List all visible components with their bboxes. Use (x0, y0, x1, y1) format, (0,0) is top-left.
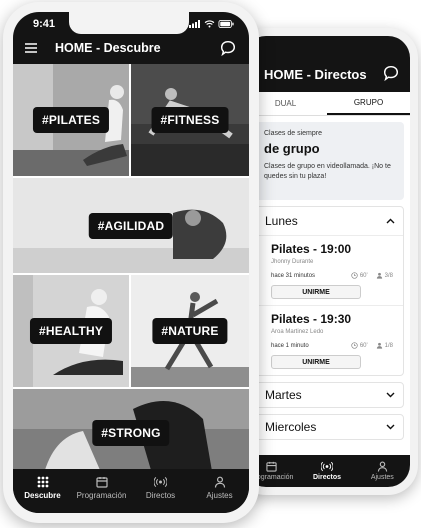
broadcast-icon (320, 461, 333, 472)
category-tile-healthy[interactable]: #HEALTHY (13, 275, 129, 387)
chevron-up-icon (386, 218, 395, 224)
join-button[interactable]: UNIRME (271, 285, 361, 299)
descubre-screen: 9:41 HOME - Descubre #PILATES #FITNESS #… (13, 12, 249, 513)
category-tag: #AGILIDAD (88, 212, 174, 239)
mockup-stage: HOME - Directos DUAL GRUPO Clases de sie… (0, 0, 421, 528)
bottom-nav: Programación Directos Ajustes (244, 455, 410, 487)
nav-label: Programación (76, 491, 127, 500)
chat-icon[interactable] (382, 64, 400, 82)
tab-grupo[interactable]: GRUPO (327, 92, 410, 115)
info-card-kicker: Clases de siempre (264, 130, 322, 137)
clock-icon (351, 272, 358, 279)
grid-icon (37, 476, 48, 488)
directos-header: HOME - Directos (244, 36, 410, 92)
day-name: Miercoles (265, 420, 317, 434)
chat-icon[interactable] (219, 39, 237, 57)
phone-notch (69, 12, 189, 34)
info-card: Clases de siempre de grupo Clases de gru… (250, 122, 404, 200)
nav-ajustes[interactable]: Ajustes (355, 455, 410, 487)
calendar-icon (266, 461, 277, 472)
nav-label: Descubre (24, 491, 61, 500)
category-tag: #STRONG (92, 420, 170, 446)
day-name: Lunes (265, 214, 298, 228)
nav-label: Ajustes (370, 474, 394, 481)
class-posted: hace 1 minuto (271, 342, 309, 349)
day-header[interactable]: Lunes (251, 207, 403, 235)
class-meta: hace 31 minutos 60' 3/8 (271, 272, 393, 279)
page-title: HOME - Directos (264, 67, 367, 82)
directos-screen: HOME - Directos DUAL GRUPO Clases de sie… (244, 36, 410, 487)
class-title: Pilates - 19:30 (271, 312, 352, 326)
people-icon (376, 272, 382, 279)
day-name: Martes (265, 388, 302, 402)
descubre-header: HOME - Descubre (13, 36, 249, 60)
class-item: Pilates - 19:30 Aroa Martinez Ledo hace … (251, 305, 403, 375)
nav-label: Ajustes (206, 491, 233, 500)
nav-descubre[interactable]: Descubre (13, 469, 72, 507)
page-title: HOME - Descubre (55, 41, 161, 55)
battery-icon (218, 20, 234, 28)
day-section-miercoles[interactable]: Miercoles (250, 414, 404, 440)
info-card-title: de grupo (264, 141, 320, 156)
class-meta: hace 1 minuto 60' 1/8 (271, 342, 393, 349)
category-tile-pilates[interactable]: #PILATES (13, 64, 129, 176)
bottom-nav: Descubre Programación Directos Ajustes (13, 469, 249, 513)
category-tile-strong[interactable]: #STRONG (13, 389, 249, 477)
category-tag: #HEALTHY (29, 318, 113, 344)
class-spots: 3/8 (384, 272, 393, 279)
user-icon (214, 476, 225, 488)
class-teacher: Jhonny Durante (271, 259, 314, 265)
category-tag: #NATURE (152, 318, 228, 344)
signal-icon (189, 20, 200, 28)
broadcast-icon (154, 476, 167, 488)
class-duration: 60' (359, 272, 368, 279)
class-item: Pilates - 19:00 Jhonny Durante hace 31 m… (251, 235, 403, 305)
wifi-icon (204, 20, 215, 28)
class-posted: hace 31 minutos (271, 272, 316, 279)
tab-bar: DUAL GRUPO (244, 92, 410, 116)
people-icon (376, 342, 382, 349)
chevron-down-icon (386, 392, 395, 398)
category-tile-agilidad[interactable]: #AGILIDAD (13, 178, 249, 273)
clock-icon (351, 342, 358, 349)
category-tile-nature[interactable]: #NATURE (131, 275, 249, 387)
category-grid: #PILATES #FITNESS #AGILIDAD #HEALTHY #NA… (13, 64, 249, 477)
class-spots: 1/8 (384, 342, 393, 349)
category-tag: #PILATES (32, 107, 110, 133)
menu-icon[interactable] (25, 43, 37, 53)
phone-directos: HOME - Directos DUAL GRUPO Clases de sie… (236, 28, 418, 495)
chevron-down-icon (386, 424, 395, 430)
status-icons (189, 20, 235, 28)
category-tile-fitness[interactable]: #FITNESS (131, 64, 249, 176)
class-teacher: Aroa Martinez Ledo (271, 329, 324, 335)
day-section-martes[interactable]: Martes (250, 382, 404, 408)
nav-label: Directos (312, 474, 341, 481)
class-title: Pilates - 19:00 (271, 242, 352, 256)
nav-directos[interactable]: Directos (299, 455, 354, 487)
nav-directos[interactable]: Directos (131, 469, 190, 507)
nav-ajustes[interactable]: Ajustes (190, 469, 249, 507)
nav-label: Directos (145, 491, 176, 500)
nav-programacion[interactable]: Programación (72, 469, 131, 507)
info-card-description: Clases de grupo en videollamada. ¡No te … (264, 163, 391, 180)
phone-descubre: 9:41 HOME - Descubre #PILATES #FITNESS #… (3, 2, 259, 523)
day-section-lunes: Lunes Pilates - 19:00 Jhonny Durante hac… (250, 206, 404, 376)
category-tag: #FITNESS (151, 107, 229, 133)
user-icon (377, 461, 387, 472)
class-duration: 60' (359, 342, 368, 349)
calendar-icon (95, 477, 108, 488)
join-button[interactable]: UNIRME (271, 355, 361, 369)
